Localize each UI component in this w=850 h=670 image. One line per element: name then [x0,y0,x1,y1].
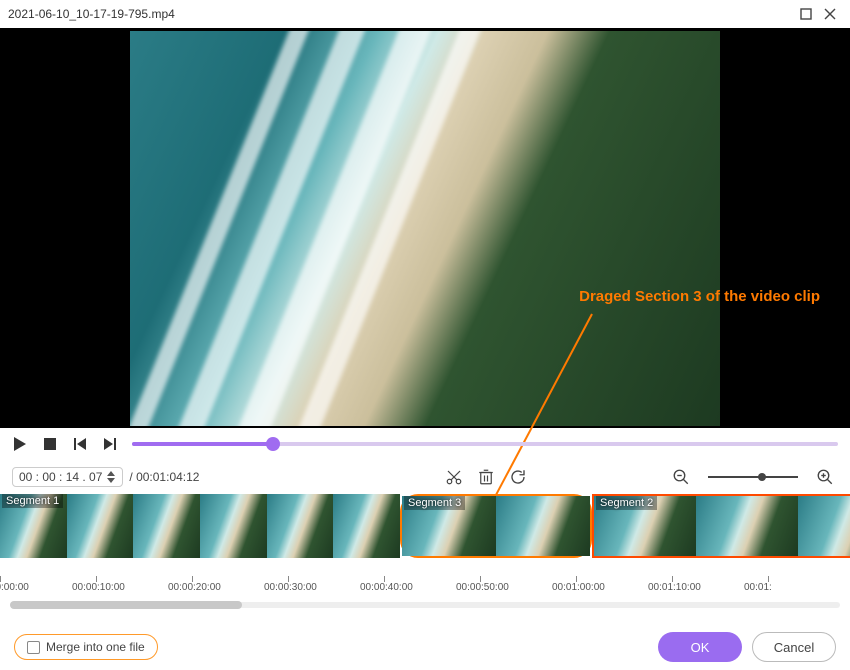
tick-label: 00:00:50:00 [456,582,509,593]
current-time-value: 00 : 00 : 14 . 07 [19,470,102,484]
reset-button[interactable] [505,464,531,490]
delete-button[interactable] [473,464,499,490]
segment-1-label: Segment 1 [2,494,63,508]
segment-3-label: Segment 3 [404,496,465,510]
merge-checkbox[interactable]: Merge into one file [14,634,158,660]
next-frame-button[interactable] [102,436,118,452]
timeline-scrollbar[interactable] [10,602,840,608]
segment-1[interactable]: Segment 1 [0,494,400,558]
tick-label: 00:00:20:00 [168,582,221,593]
tick-label: 00:00:10:00 [72,582,125,593]
tool-row: 00 : 00 : 14 . 07 / 00:01:04:12 [0,460,850,494]
merge-label: Merge into one file [46,640,145,654]
tick-label: 00:01: [744,582,772,593]
cut-button[interactable] [441,464,467,490]
total-time-label: / 00:01:04:12 [129,470,199,484]
window-title: 2021-06-10_10-17-19-795.mp4 [8,7,794,21]
zoom-in-button[interactable] [812,464,838,490]
checkbox-icon [27,641,40,654]
segment-2-label: Segment 2 [596,496,657,510]
tick-label: 00:01:10:00 [648,582,701,593]
playback-bar [0,428,850,460]
cancel-button[interactable]: Cancel [752,632,836,662]
zoom-slider[interactable] [708,476,798,478]
segment-2[interactable]: Segment 2 [592,494,850,558]
footer: Merge into one file OK Cancel [0,624,850,670]
current-time-input[interactable]: 00 : 00 : 14 . 07 [12,467,123,487]
timeline-ruler: 00:00:00:00 00:00:10:00 00:00:20:00 00:0… [0,574,850,598]
tick-label: 00:00:40:00 [360,582,413,593]
playback-thumb[interactable] [266,437,280,451]
tick-label: 00:01:00:00 [552,582,605,593]
maximize-button[interactable] [794,4,818,24]
time-step-down-button[interactable] [106,477,116,484]
preview-area: Draged Section 3 of the video clip [0,28,850,428]
close-button[interactable] [818,4,842,24]
zoom-out-button[interactable] [668,464,694,490]
titlebar: 2021-06-10_10-17-19-795.mp4 [0,0,850,28]
stop-button[interactable] [42,436,58,452]
segment-3[interactable]: Segment 3 [400,494,592,558]
ok-button[interactable]: OK [658,632,742,662]
tick-label: 00:00:00:00 [0,582,29,593]
prev-frame-button[interactable] [72,436,88,452]
tick-label: 00:00:30:00 [264,582,317,593]
timeline[interactable]: Segment 1 Segment 3 Segment 2 [0,494,850,574]
playback-slider[interactable] [132,442,838,446]
video-preview [130,31,720,426]
time-step-up-button[interactable] [106,470,116,477]
play-button[interactable] [12,436,28,452]
